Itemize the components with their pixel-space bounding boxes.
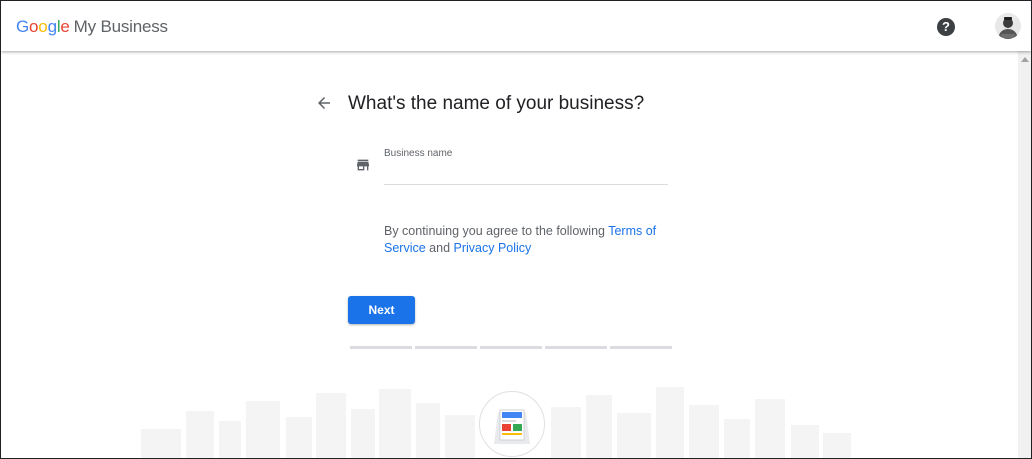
logo-letter: G (16, 17, 30, 36)
progress-step-3 (480, 346, 542, 349)
business-name-label: Business name (384, 148, 453, 159)
account-avatar[interactable] (995, 13, 1021, 39)
terms-connector-text: and (429, 241, 451, 255)
storefront-icon (355, 157, 371, 173)
progress-step-5 (610, 346, 672, 349)
page-title: What's the name of your business? (348, 93, 645, 114)
top-app-bar: Google My Business ? (1, 1, 1031, 51)
logo-letter: o (29, 17, 39, 36)
product-name: My Business (73, 17, 168, 36)
vertical-scrollbar[interactable] (1018, 51, 1031, 458)
privacy-policy-link[interactable]: Privacy Policy (454, 241, 532, 255)
terms-prefix-text: By continuing you agree to the following (384, 224, 605, 238)
app-window: Google My Business ? What's the name of y… (0, 0, 1032, 459)
google-my-business-logo[interactable]: Google My Business (16, 17, 168, 37)
avatar-icon (995, 13, 1021, 39)
logo-letter: o (38, 17, 48, 36)
progress-step-2 (415, 346, 477, 349)
business-name-input[interactable] (384, 163, 668, 181)
listing-card-icon (494, 409, 530, 444)
terms-notice: By continuing you agree to the following… (384, 223, 674, 257)
logo-letter: g (47, 17, 57, 36)
business-listing-illustration (479, 391, 545, 457)
help-icon[interactable]: ? (937, 18, 955, 36)
business-name-field[interactable]: Business name (384, 146, 668, 185)
arrow-back-icon[interactable] (315, 94, 333, 112)
next-button[interactable]: Next (348, 296, 415, 324)
progress-step-4 (545, 346, 607, 349)
logo-letter: e (60, 17, 70, 36)
scroll-up-arrow-icon[interactable] (1021, 57, 1029, 62)
progress-step-1 (350, 346, 412, 349)
